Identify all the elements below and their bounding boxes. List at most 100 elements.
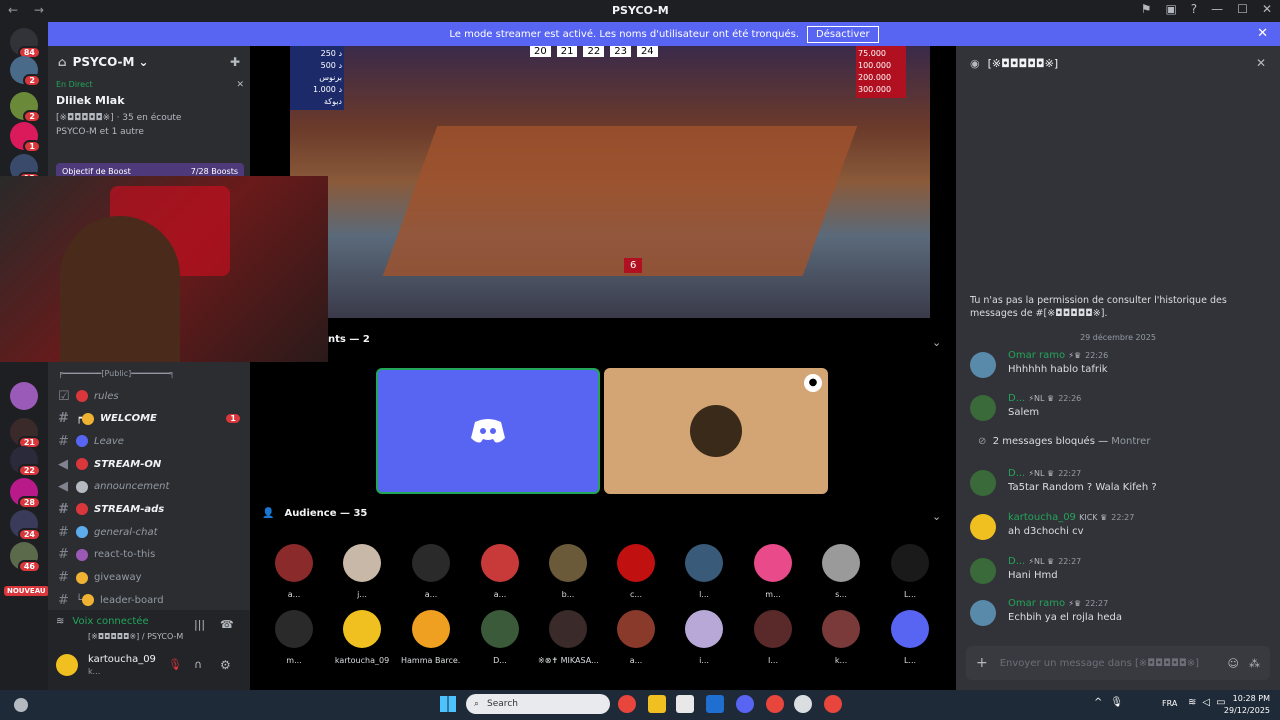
folder-icon[interactable]	[648, 695, 666, 713]
chrome-icon[interactable]	[766, 695, 784, 713]
close-icon[interactable]: ✕	[236, 80, 244, 90]
message-author[interactable]: Omar ramo	[1008, 598, 1065, 609]
audience-member[interactable]: b...	[538, 544, 598, 599]
message-author[interactable]: D...	[1008, 393, 1025, 404]
server-icon[interactable]: 21	[10, 418, 41, 449]
audience-member[interactable]: a...	[470, 544, 530, 599]
audience-member[interactable]: Hamma Barce...	[401, 610, 461, 665]
channel-general-chat[interactable]: # general-chat	[48, 521, 250, 544]
channel-rules[interactable]: ☑ rules	[48, 385, 250, 408]
flag-icon[interactable]: ⚑	[1141, 2, 1152, 16]
headphones-icon[interactable]: ∩	[194, 658, 202, 671]
server-header[interactable]: ⌂ PSYCO-M ⌄ ✚	[48, 46, 250, 78]
audience-member[interactable]: k...	[811, 610, 871, 665]
avatar[interactable]	[970, 395, 996, 421]
channel-stream-ads[interactable]: # STREAM-ads	[48, 498, 250, 521]
avatar[interactable]	[56, 654, 78, 676]
audience-member[interactable]: L...	[880, 610, 940, 665]
server-icon[interactable]: 24	[10, 510, 41, 541]
audience-member[interactable]: j...	[332, 544, 392, 599]
category-public[interactable]: ╒━━━━━━━━[Public]━━━━━━━━╕	[48, 362, 250, 385]
back-icon[interactable]: ←	[8, 3, 18, 17]
widgets-icon[interactable]	[14, 698, 28, 712]
screen-share-video[interactable]: 250 د 500 د برنوس 1.000 د دبوكة 20 21 22…	[290, 46, 930, 318]
channel-giveaway[interactable]: # giveaway	[48, 566, 250, 589]
chrome-icon[interactable]	[824, 695, 842, 713]
chevron-down-icon[interactable]: ⌄	[932, 336, 941, 349]
mail-icon[interactable]	[706, 695, 724, 713]
audience-member[interactable]: I...	[743, 610, 803, 665]
show-blocked-link[interactable]: Montrer	[1111, 436, 1150, 447]
help-icon[interactable]: ?	[1191, 2, 1197, 16]
audience-member[interactable]: m...	[264, 610, 324, 665]
audience-member[interactable]: c...	[606, 544, 666, 599]
new-badge[interactable]: NOUVEAU	[4, 586, 49, 596]
chat-message[interactable]: D... ⚡NL ♛ 22:27 Ta5tar Random ? Wala Kif…	[970, 468, 1270, 508]
settings-icon[interactable]: ●	[804, 374, 822, 392]
chat-message[interactable]: kartoucha_09 KICK ♛ 22:27 ah d3chochi cv	[970, 512, 1270, 552]
inbox-icon[interactable]: ▣	[1165, 2, 1176, 16]
close-button[interactable]: ✕	[1262, 2, 1272, 16]
audience-member[interactable]: l...	[674, 544, 734, 599]
chrome-icon[interactable]	[618, 695, 636, 713]
audience-member[interactable]: ※⊗✝ MIKASA...	[538, 610, 598, 665]
avatar[interactable]	[970, 470, 996, 496]
channel-welcome[interactable]: # ┍ WELCOME 1	[48, 407, 250, 430]
audience-header[interactable]: 👤 Audience — 35	[262, 508, 367, 519]
chat-message[interactable]: Omar ramo ⚡♛ 22:27 Echbih ya el rojla hed…	[970, 598, 1270, 638]
channel-stream-on[interactable]: ◀ STREAM-ON	[48, 453, 250, 476]
disconnect-icon[interactable]: ☎	[220, 618, 234, 631]
server-icon[interactable]: 22	[10, 446, 41, 477]
audience-member[interactable]: a...	[606, 610, 666, 665]
channel-announcement[interactable]: ◀ announcement	[48, 475, 250, 498]
participants-header[interactable]: nts — 2	[328, 334, 370, 345]
server-icon[interactable]: 46	[10, 542, 41, 573]
participant-tile[interactable]	[376, 368, 600, 494]
message-author[interactable]: D...	[1008, 468, 1025, 479]
chat-message[interactable]: Omar ramo ⚡♛ 22:26 Hhhhhh hablo tafrik	[970, 350, 1270, 390]
audience-member[interactable]: m...	[743, 544, 803, 599]
message-author[interactable]: Omar ramo	[1008, 350, 1065, 361]
audience-member[interactable]: a...	[401, 544, 461, 599]
channel-react-to-this[interactable]: # react-to-this	[48, 544, 250, 567]
discord-taskbar-icon[interactable]	[736, 695, 754, 713]
invite-icon[interactable]: ✚	[230, 55, 240, 69]
system-tray[interactable]: ^🎙	[1094, 697, 1131, 708]
maximize-button[interactable]: ☐	[1237, 2, 1248, 16]
server-icon[interactable]: 2	[10, 92, 41, 123]
avatar[interactable]	[970, 600, 996, 626]
channel-leave[interactable]: # Leave	[48, 430, 250, 453]
apps-icon[interactable]: ⁂	[1249, 657, 1260, 670]
audience-member[interactable]: D...	[470, 610, 530, 665]
chat-message[interactable]: D... ⚡NL ♛ 22:26 Salem	[970, 393, 1270, 433]
audience-member[interactable]: a...	[264, 544, 324, 599]
mic-muted-icon[interactable]: 🎙	[168, 658, 182, 671]
chat-message[interactable]: D... ⚡NL ♛ 22:27 Hani Hmd	[970, 556, 1270, 596]
input-language[interactable]: FRA	[1162, 699, 1177, 708]
channel-leader-board[interactable]: # └ leader-board	[48, 589, 250, 612]
forward-icon[interactable]: →	[34, 3, 44, 17]
message-input[interactable]: + Envoyer un message dans [※◘◘◘◘◘※] ☺ ⁂	[966, 646, 1270, 680]
server-icon[interactable]: 2	[10, 56, 41, 87]
close-icon[interactable]: ✕	[1256, 56, 1266, 70]
gear-icon[interactable]: ⚙	[220, 658, 231, 672]
clock[interactable]: 10:28 PM 29/12/2025	[1224, 693, 1270, 717]
server-icon[interactable]: 28	[10, 478, 41, 509]
banner-close-icon[interactable]: ✕	[1257, 26, 1268, 41]
chevron-down-icon[interactable]: ⌄	[932, 510, 941, 523]
audience-member[interactable]: kartoucha_09	[332, 610, 392, 665]
avatar[interactable]	[970, 514, 996, 540]
audience-member[interactable]: s...	[811, 544, 871, 599]
message-author[interactable]: D...	[1008, 556, 1025, 567]
start-icon[interactable]	[440, 696, 456, 712]
emoji-icon[interactable]: ☺	[1228, 657, 1239, 670]
add-attachment-icon[interactable]: +	[976, 655, 988, 671]
server-icon[interactable]: 1	[10, 122, 41, 153]
taskbar-search[interactable]: ⌕ Search	[466, 694, 610, 714]
message-author[interactable]: kartoucha_09	[1008, 512, 1076, 523]
store-icon[interactable]	[676, 695, 694, 713]
server-icon[interactable]	[10, 382, 38, 410]
minimize-button[interactable]: —	[1211, 2, 1223, 16]
dm-icon[interactable]: 84	[10, 28, 41, 59]
participant-tile[interactable]: ●	[604, 368, 828, 494]
